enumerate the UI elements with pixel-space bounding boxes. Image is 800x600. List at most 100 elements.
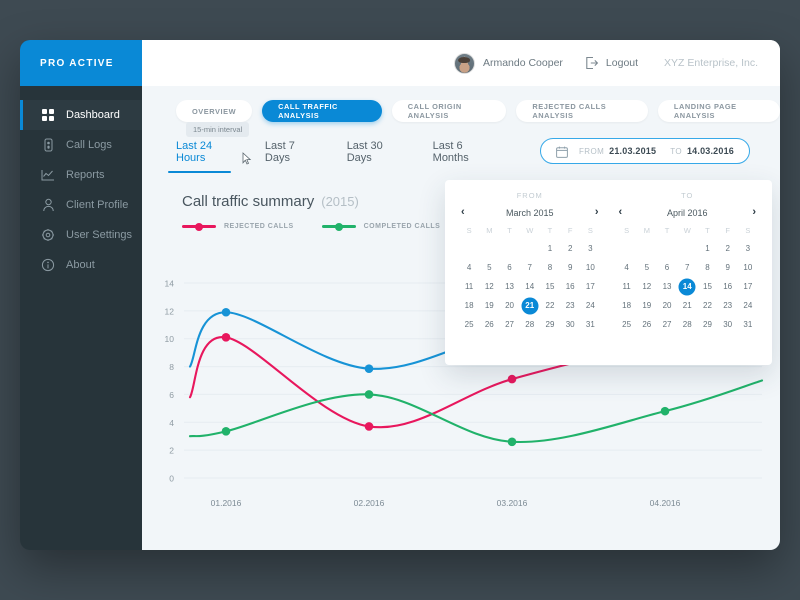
calendar-day[interactable]: 23 xyxy=(718,297,738,314)
calendar-day[interactable]: 13 xyxy=(657,278,677,295)
sidebar-item-client-profile[interactable]: Client Profile xyxy=(20,190,142,220)
calendar-day[interactable]: 7 xyxy=(520,259,540,276)
chart-data-point[interactable] xyxy=(507,374,517,384)
chart-data-point[interactable] xyxy=(221,427,231,436)
chart-data-point[interactable] xyxy=(364,390,374,399)
period-tab-last-7-days[interactable]: Last 7 Days xyxy=(265,140,327,173)
calendar-day[interactable]: 3 xyxy=(580,240,600,257)
calendar-day[interactable]: 16 xyxy=(718,278,738,295)
calendar-day[interactable]: 22 xyxy=(540,297,560,314)
tab-call-traffic-analysis[interactable]: CALL TRAFFIC ANALYSIS xyxy=(262,100,382,122)
calendar-day[interactable]: 9 xyxy=(718,259,738,276)
calendar-day[interactable]: 20 xyxy=(499,297,519,314)
calendar-day[interactable]: 26 xyxy=(479,316,499,333)
calendar-day[interactable]: 28 xyxy=(520,316,540,333)
tab-call-origin-analysis[interactable]: CALL ORIGIN ANALYSIS xyxy=(391,100,507,122)
calendar-day[interactable]: 15 xyxy=(697,278,717,295)
calendar-day[interactable]: 21 xyxy=(677,297,697,314)
period-tab-last-6-months[interactable]: Last 6 Months xyxy=(433,140,502,173)
calendar-day-selected[interactable]: 14 xyxy=(677,278,697,295)
tab-rejected-calls-analysis[interactable]: REJECTED CALLS ANALYSIS xyxy=(516,100,648,122)
chart-data-point[interactable] xyxy=(221,307,231,317)
calendar-day-selected[interactable]: 21 xyxy=(520,297,540,314)
calendar-day[interactable]: 6 xyxy=(657,259,677,276)
sidebar-item-dashboard[interactable]: Dashboard xyxy=(20,100,142,130)
calendar-day[interactable]: 5 xyxy=(637,259,657,276)
prev-month-icon[interactable]: ‹ xyxy=(619,207,623,218)
tab-landing-page-analysis[interactable]: LANDING PAGE ANALYSIS xyxy=(657,100,780,122)
calendar-to-grid: S M T W T F S 1 2 3 4 5 6 7 8 9 10 11 12 13 14 15 16 17 18 19 20 21… xyxy=(617,224,759,333)
calendar-day[interactable]: 9 xyxy=(560,259,580,276)
calendar-day[interactable]: 27 xyxy=(499,316,519,333)
brand-logo[interactable]: PRO ACTIVE xyxy=(20,40,142,86)
chart-data-point[interactable] xyxy=(660,406,670,416)
calendar-day[interactable]: 15 xyxy=(540,278,560,295)
calendar-day[interactable]: 17 xyxy=(738,278,758,295)
calendar-day[interactable]: 1 xyxy=(540,240,560,257)
calendar-day[interactable]: 8 xyxy=(540,259,560,276)
user-menu[interactable]: Armando Cooper xyxy=(453,52,563,74)
date-range-input[interactable]: FROM 21.03.2015 TO 14.03.2016 xyxy=(539,138,750,164)
sidebar-item-reports[interactable]: Reports xyxy=(20,160,142,190)
calendar-day[interactable]: 1 xyxy=(697,240,717,257)
calendar-day[interactable]: 2 xyxy=(560,240,580,257)
calendar-day[interactable]: 12 xyxy=(637,278,657,295)
chart-data-point[interactable] xyxy=(364,422,374,431)
calendar-day[interactable]: 3 xyxy=(738,240,758,257)
calendar-day[interactable]: 8 xyxy=(697,259,717,276)
calendar-day[interactable]: 2 xyxy=(718,240,738,257)
calendar-day[interactable]: 18 xyxy=(459,297,479,314)
period-tab-last-24-hours[interactable]: Last 24 Hours xyxy=(168,140,245,173)
calendar-day[interactable]: 4 xyxy=(617,259,637,276)
calendar-day[interactable]: 16 xyxy=(560,278,580,295)
calendar-day[interactable]: 30 xyxy=(560,316,580,333)
calendar-day[interactable]: 24 xyxy=(580,297,600,314)
period-tab-last-30-days[interactable]: Last 30 Days xyxy=(347,140,413,173)
calendar-day[interactable]: 23 xyxy=(560,297,580,314)
date-picker-popup[interactable]: FROM ‹ March 2015 › S M T W T F S 1 2 3 4 5 6 7 8 9 10 11… xyxy=(445,180,772,365)
calendar-day[interactable]: 6 xyxy=(499,259,519,276)
tab-overview[interactable]: OVERVIEW xyxy=(176,100,253,122)
calendar-day[interactable]: 22 xyxy=(697,297,717,314)
chart-data-point[interactable] xyxy=(221,333,231,342)
sidebar-item-call-logs[interactable]: Call Logs xyxy=(20,130,142,160)
calendar-day[interactable]: 13 xyxy=(499,278,519,295)
logout-icon xyxy=(585,56,599,70)
calendar-day[interactable]: 30 xyxy=(718,316,738,333)
sidebar-item-user-settings[interactable]: User Settings xyxy=(20,220,142,250)
calendar-day[interactable]: 29 xyxy=(540,316,560,333)
calendar-day[interactable]: 11 xyxy=(617,278,637,295)
calendar-day[interactable]: 19 xyxy=(637,297,657,314)
grid-icon xyxy=(40,107,56,123)
calendar-day[interactable]: 14 xyxy=(520,278,540,295)
next-month-icon[interactable]: › xyxy=(595,207,599,218)
calendar-day[interactable]: 11 xyxy=(459,278,479,295)
logout-button[interactable]: Logout xyxy=(585,56,638,70)
calendar-day[interactable]: 18 xyxy=(617,297,637,314)
prev-month-icon[interactable]: ‹ xyxy=(461,207,465,218)
calendar-day[interactable]: 26 xyxy=(637,316,657,333)
calendar-day[interactable]: 19 xyxy=(479,297,499,314)
calendar-day[interactable]: 27 xyxy=(657,316,677,333)
chart-data-point[interactable] xyxy=(364,364,374,373)
calendar-day[interactable]: 25 xyxy=(617,316,637,333)
calendar-day[interactable]: 4 xyxy=(459,259,479,276)
calendar-day[interactable]: 17 xyxy=(580,278,600,295)
calendar-day[interactable]: 10 xyxy=(738,259,758,276)
calendar-day[interactable]: 29 xyxy=(697,316,717,333)
calendar-day[interactable]: 7 xyxy=(677,259,697,276)
calendar-day[interactable]: 31 xyxy=(738,316,758,333)
legend-item-completed-calls[interactable]: COMPLETED CALLS xyxy=(321,223,441,230)
calendar-day[interactable]: 20 xyxy=(657,297,677,314)
next-month-icon[interactable]: › xyxy=(752,207,756,218)
calendar-day[interactable]: 5 xyxy=(479,259,499,276)
calendar-day[interactable]: 31 xyxy=(580,316,600,333)
calendar-day[interactable]: 28 xyxy=(677,316,697,333)
calendar-day[interactable]: 12 xyxy=(479,278,499,295)
sidebar-item-about[interactable]: About xyxy=(20,250,142,280)
calendar-day[interactable]: 25 xyxy=(459,316,479,333)
calendar-day[interactable]: 24 xyxy=(738,297,758,314)
calendar-day[interactable]: 10 xyxy=(580,259,600,276)
chart-data-point[interactable] xyxy=(507,437,517,447)
legend-item-rejected-calls[interactable]: REJECTED CALLS xyxy=(182,223,294,230)
